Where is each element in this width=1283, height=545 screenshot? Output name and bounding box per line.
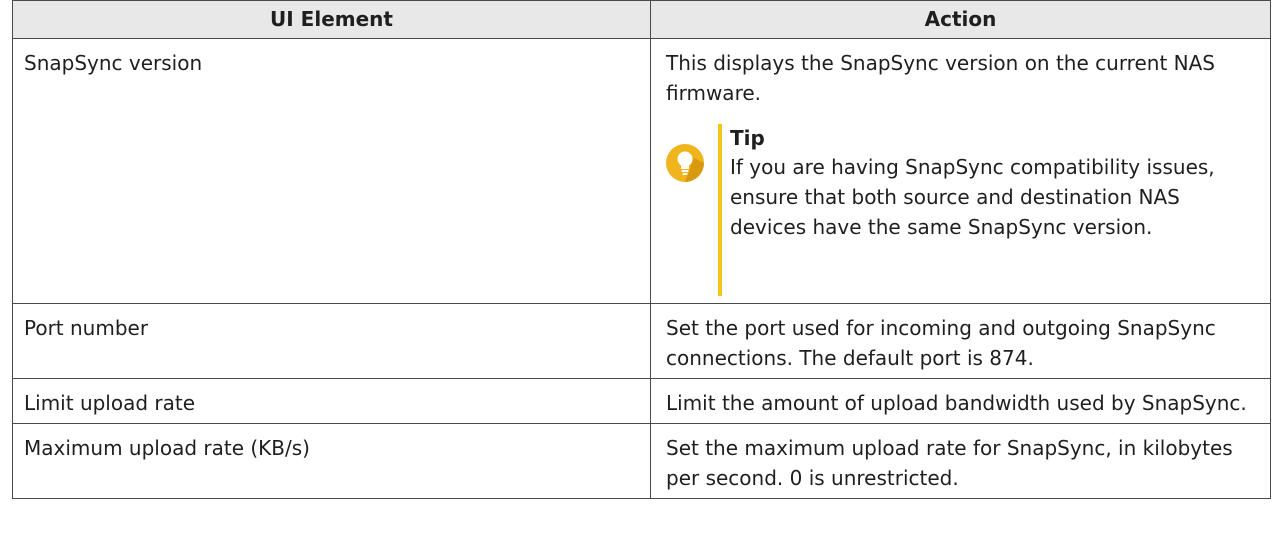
action-cell: This displays the SnapSync version on th… [650,38,1271,304]
ui-element-cell: Port number [12,303,651,379]
tip-title: Tip [730,126,765,150]
table-row: SnapSync version This displays the SnapS… [12,38,1271,304]
tip-text: If you are having SnapSync compatibility… [730,155,1215,239]
lightbulb-icon [666,144,704,182]
ui-element-cell: SnapSync version [12,38,651,304]
tip-accent-bar [718,124,722,296]
ui-element-cell: Maximum upload rate (KB/s) [12,423,651,499]
table-row: Maximum upload rate (KB/s) Set the maxim… [12,423,1271,499]
action-cell: Set the maximum upload rate for SnapSync… [650,423,1271,499]
ui-element-table: UI Element Action SnapSync version This … [12,0,1271,499]
tip-callout: Tip If you are having SnapSync compatibi… [666,124,1255,296]
action-cell: Set the port used for incoming and outgo… [650,303,1271,379]
ui-element-cell: Limit upload rate [12,378,651,424]
tip-body: Tip If you are having SnapSync compatibi… [730,124,1255,242]
action-text: This displays the SnapSync version on th… [666,51,1215,105]
header-action: Action [650,0,1271,39]
header-ui-element: UI Element [12,0,651,39]
table-header-row: UI Element Action [12,0,1271,39]
table-row: Port number Set the port used for incomi… [12,303,1271,379]
table-row: Limit upload rate Limit the amount of up… [12,378,1271,424]
action-cell: Limit the amount of upload bandwidth use… [650,378,1271,424]
